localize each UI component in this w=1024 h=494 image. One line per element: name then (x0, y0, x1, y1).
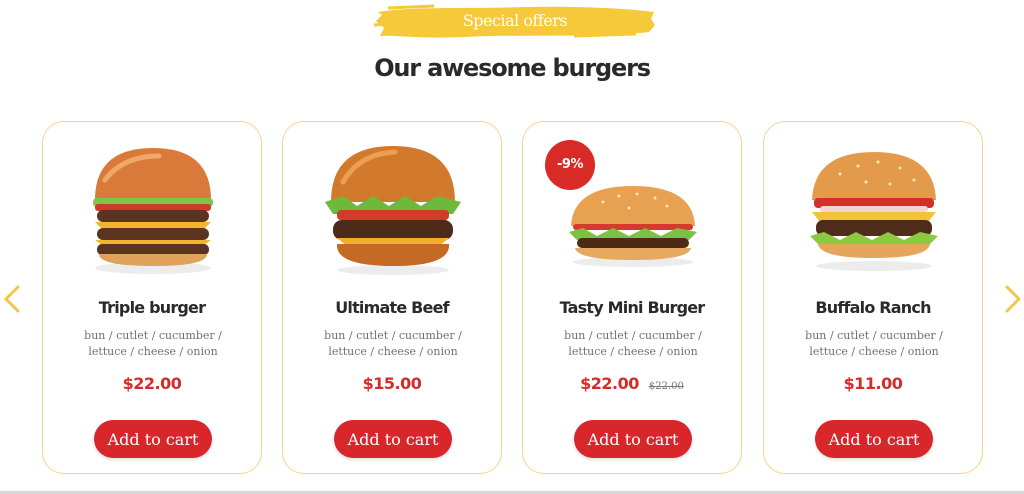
product-ingredients: bun / cutlet / cucumber / lettuce / chee… (564, 329, 702, 358)
product-card-ultimate-beef: Ultimate Beef bun / cutlet / cucumber / … (282, 121, 502, 474)
buffalo-ranch-burger-photo (810, 152, 938, 271)
add-to-cart-button[interactable]: Add to cart (815, 420, 933, 458)
product-price: $22.00 (122, 374, 182, 393)
chevron-left-icon (4, 285, 20, 313)
section-title: Our awesome burgers (374, 54, 651, 82)
product-name: Buffalo Ranch (815, 298, 931, 317)
product-card-buffalo-ranch: Buffalo Ranch bun / cutlet / cucumber / … (763, 121, 983, 474)
ultimate-beef-burger-photo (325, 146, 461, 275)
add-to-cart-button[interactable]: Add to cart (334, 420, 452, 458)
product-ingredients: bun / cutlet / cucumber / lettuce / chee… (805, 329, 943, 358)
special-offers-badge: Special offers (374, 3, 656, 41)
product-price: $15.00 (362, 374, 422, 393)
product-ingredients: bun / cutlet / cucumber / lettuce / chee… (324, 329, 462, 358)
special-offers-label: Special offers (462, 11, 568, 30)
price-row: $15.00 (283, 374, 501, 394)
tasty-mini-burger-photo (569, 186, 697, 267)
add-to-cart-button[interactable]: Add to cart (574, 420, 692, 458)
carousel-prev-button[interactable] (2, 284, 22, 314)
price-row: $22.00 (43, 374, 261, 394)
carousel-next-button[interactable] (1003, 284, 1023, 314)
chevron-right-icon (1005, 285, 1021, 313)
product-price: $22.00 (580, 374, 639, 393)
product-name: Triple burger (98, 298, 206, 317)
price-row: $22.00 $22.00 (523, 374, 741, 394)
product-name: Ultimate Beef (335, 298, 449, 317)
triple-burger-photo (93, 148, 213, 274)
product-ingredients: bun / cutlet / cucumber / lettuce / chee… (84, 329, 222, 358)
product-card-triple-burger: Triple burger bun / cutlet / cucumber / … (42, 121, 262, 474)
old-price: $22.00 (648, 381, 684, 392)
product-card-tasty-mini-burger: -9% Tasty Mini Burger bun / cutlet / cuc… (522, 121, 742, 474)
price-row: $11.00 (764, 374, 982, 394)
product-price: $11.00 (843, 374, 903, 393)
add-to-cart-button[interactable]: Add to cart (94, 420, 212, 458)
product-name: Tasty Mini Burger (559, 298, 706, 317)
